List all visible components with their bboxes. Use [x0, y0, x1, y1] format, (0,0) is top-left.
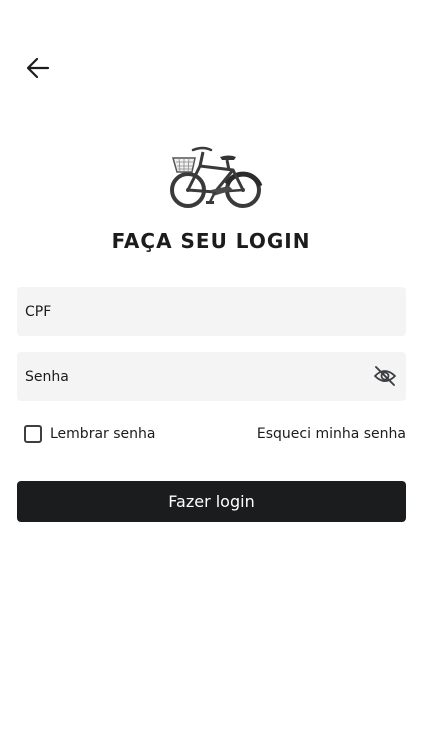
remember-label: Lembrar senha [50, 426, 156, 442]
eye-off-icon [374, 366, 396, 386]
remember-password[interactable]: Lembrar senha [24, 424, 155, 444]
cpf-input[interactable] [17, 287, 406, 336]
app-logo [163, 140, 267, 214]
page-title: FAÇA SEU LOGIN [111, 229, 311, 253]
back-button[interactable] [22, 54, 54, 82]
remember-checkbox[interactable] [24, 425, 42, 443]
login-button[interactable]: Fazer login [17, 481, 406, 522]
forgot-password-link[interactable]: Esqueci minha senha [257, 426, 406, 442]
password-input[interactable] [17, 352, 406, 401]
password-field [17, 352, 406, 401]
cpf-field [17, 287, 406, 336]
bicycle-icon [170, 146, 263, 208]
password-visibility-toggle[interactable] [372, 364, 398, 388]
arrow-left-icon [26, 57, 50, 79]
